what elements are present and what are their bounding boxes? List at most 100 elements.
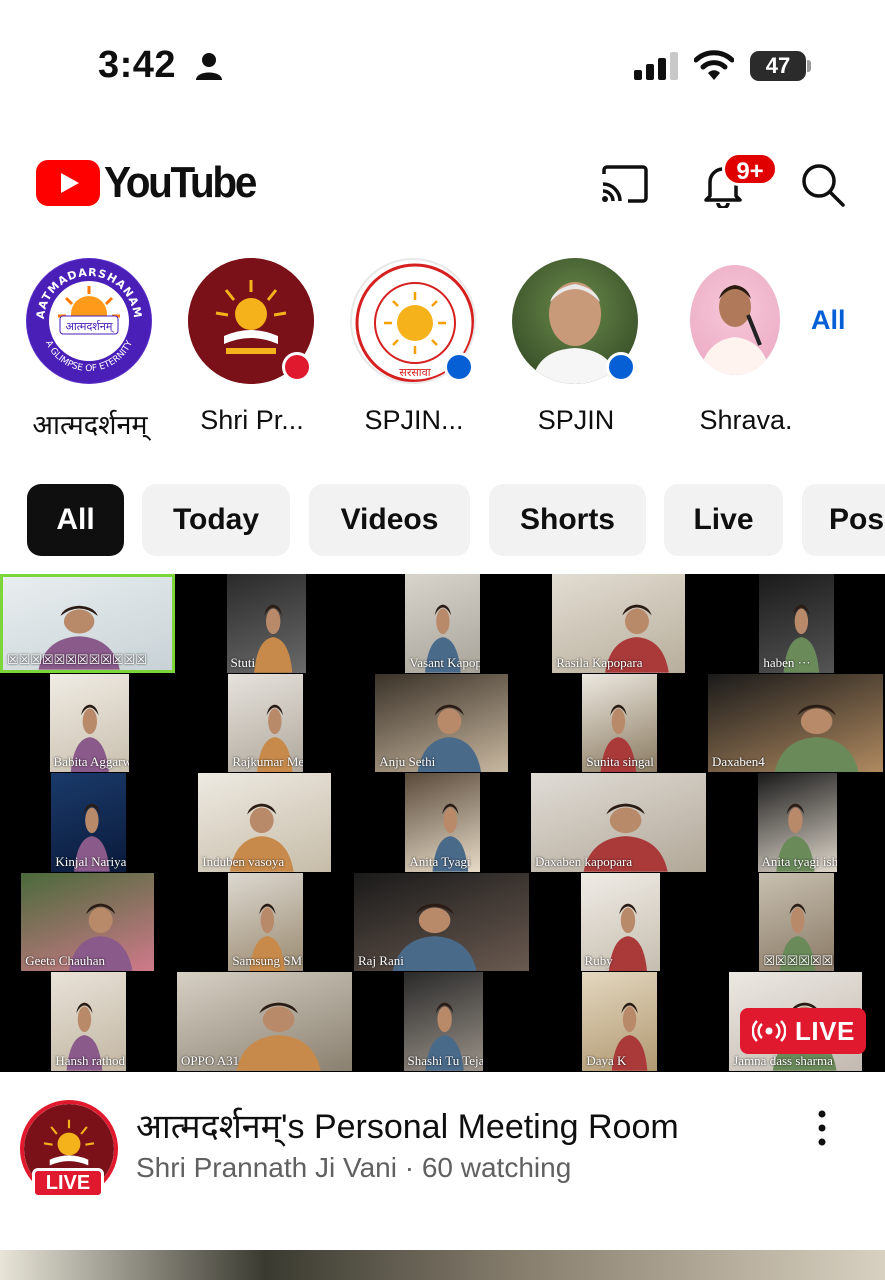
participant-tile: Induben vasoya	[198, 773, 331, 872]
battery-nub	[807, 60, 811, 72]
participant-tile: Shashi Tu Teja ji.	[403, 972, 484, 1071]
participant-name: Raj Rani	[358, 953, 404, 969]
participant-name: haben ···	[763, 654, 811, 670]
live-video-thumbnail[interactable]: Jamna dass sharma Daya K Shashi Tu Teja ji…	[0, 574, 885, 1072]
video-title[interactable]: आत्मदर्शनम्'s Personal Meeting Room	[136, 1102, 679, 1148]
subscription-name: SPJIN	[537, 405, 615, 435]
person-icon	[196, 53, 222, 80]
participant-tile: Sunita singal	[582, 673, 657, 773]
wifi-icon	[694, 50, 734, 80]
chip-posts[interactable]: Pos	[802, 484, 885, 556]
battery-indicator: 47	[750, 51, 806, 81]
cast-icon[interactable]	[600, 164, 648, 204]
cellular-signal-icon	[634, 52, 678, 80]
next-video-thumbnail[interactable]	[0, 1250, 885, 1280]
subscription-channel-3[interactable]: सरसावा SPJIN...	[334, 255, 494, 445]
status-time: 3:42	[98, 44, 177, 86]
participant-name: OPPO A31	[181, 1052, 240, 1068]
chip-today[interactable]: Today	[142, 484, 290, 556]
subscription-name: Shri Pr...	[200, 405, 304, 435]
participant-name: Daxaben kapopara	[535, 853, 633, 869]
participant-name: Induben vasoya	[202, 853, 285, 869]
live-dot-indicator	[606, 352, 636, 382]
participant-tile: Raj Rani	[354, 872, 530, 972]
video-meta: LIVE आत्मदर्शनम्'s Personal Meeting Room…	[0, 1090, 885, 1210]
participant-tile: Vasant Kapopara	[405, 574, 480, 673]
participant-name: Anju Sethi	[379, 754, 436, 770]
participant-name: Daxaben4	[712, 754, 765, 770]
chip-all[interactable]: All	[27, 484, 124, 556]
participant-tile: Stuti	[226, 574, 307, 673]
participant-tile: Anju Sethi	[375, 673, 508, 773]
live-badge: LIVE	[740, 1008, 866, 1054]
subscription-channel-1[interactable]: आत्मदर्शनम् AATMADARSHANAM A GLIMPSE OF …	[10, 255, 170, 445]
chip-shorts[interactable]: Shorts	[489, 484, 646, 556]
participant-name: Samsung SM-M336BU	[232, 953, 303, 969]
seal-bottom-text: सरसावा	[399, 366, 430, 379]
chip-videos[interactable]: Videos	[309, 484, 470, 556]
avatar-inner-text: आत्मदर्शनम्	[66, 320, 115, 333]
participant-name: Daya K	[586, 1052, 627, 1068]
participant-name: Babita Aggarwal	[53, 754, 130, 770]
participant-name: Rasila Kapopara	[556, 654, 643, 670]
participant-tile: Babita Aggarwal	[49, 673, 130, 773]
subscription-channel-5[interactable]: Shrava.	[658, 255, 818, 445]
filter-chips: All Today Videos Shorts Live Pos	[0, 484, 885, 556]
chip-live[interactable]: Live	[664, 484, 783, 556]
participant-name: Anita Tyagi	[409, 853, 471, 869]
participant-name: ☒☒☒☒☒☒☒☒☒☒	[763, 953, 834, 969]
participant-tile: Ruby	[580, 872, 661, 972]
subscription-channel-4[interactable]: SPJIN	[496, 255, 656, 445]
battery-level: 47	[765, 53, 791, 78]
search-icon[interactable]	[800, 162, 846, 208]
aatmadarshanam-logo-icon: आत्मदर्शनम् AATMADARSHANAM A GLIMPSE OF …	[27, 259, 151, 383]
participant-tile: Rajkumar Mehta	[228, 673, 303, 773]
subscriptions-row: आत्मदर्शनम् AATMADARSHANAM A GLIMPSE OF …	[0, 255, 885, 445]
participant-tile: Geeta Chauhan	[21, 872, 154, 972]
participant-tile: Rasila Kapopara	[552, 574, 685, 673]
participant-tile: Samsung SM-M336BU	[228, 872, 303, 972]
notification-count-badge: 9+	[722, 152, 778, 186]
more-options-icon[interactable]	[808, 1108, 836, 1148]
person-photo-icon	[700, 285, 770, 375]
participant-name: Sunita singal	[586, 754, 654, 770]
app-header: YouTube 9+	[0, 140, 885, 230]
participant-tile: OPPO A31	[177, 972, 353, 1071]
all-subscriptions-link[interactable]: All	[811, 305, 846, 336]
participant-tile: Daya K	[582, 972, 657, 1071]
participant-tile: Kinjal Nariya	[51, 773, 126, 872]
channel-avatar: आत्मदर्शनम् AATMADARSHANAM A GLIMPSE OF …	[26, 258, 152, 384]
youtube-wordmark: YouTube	[104, 158, 257, 207]
participant-name: ☒☒☒☒☒☒☒☒☒☒☒☒	[7, 651, 147, 667]
live-broadcast-icon	[752, 1020, 786, 1042]
subscription-name: SPJIN...	[364, 405, 464, 435]
participant-name: Jamna dass sharma	[733, 1052, 833, 1068]
subscription-channel-2[interactable]: Shri Pr...	[172, 255, 332, 445]
participant-name: Ruby	[584, 953, 613, 969]
subscription-name: Shrava.	[699, 405, 793, 435]
participant-name: Hansh rathod	[55, 1052, 126, 1068]
live-dot-indicator	[444, 352, 474, 382]
participant-tile: Daxaben kapopara	[531, 773, 707, 872]
participant-name: Geeta Chauhan	[25, 953, 106, 969]
status-bar: 3:42 47	[0, 0, 885, 120]
live-badge-label: LIVE	[795, 1016, 855, 1046]
participant-name: Stuti	[230, 654, 256, 670]
channel-avatar	[690, 265, 780, 375]
participant-tile: ☒☒☒☒☒☒☒☒☒☒	[759, 872, 834, 972]
participant-tile: haben ···	[759, 574, 834, 673]
avatar-live-badge: LIVE	[32, 1168, 104, 1198]
live-dot-indicator	[282, 352, 312, 382]
participant-name: Vasant Kapopara	[409, 654, 480, 670]
participant-name: Anita tyagi ishq108	[761, 853, 838, 869]
subscription-name: आत्मदर्शनम्	[32, 410, 148, 440]
participant-tile: Anita Tyagi	[405, 773, 480, 872]
participant-tile: Daxaben4	[708, 673, 884, 773]
video-channel-line[interactable]: Shri Prannath Ji Vani · 60 watching	[136, 1152, 571, 1184]
participant-name: Rajkumar Mehta	[232, 754, 303, 770]
participant-name: Kinjal Nariya	[55, 853, 126, 869]
participant-name: Shashi Tu Teja ji.	[407, 1052, 484, 1068]
youtube-logo-icon[interactable]	[36, 160, 100, 206]
participant-tile: ☒☒☒☒☒☒☒☒☒☒☒☒	[0, 574, 176, 673]
participant-tile: Hansh rathod	[51, 972, 126, 1071]
